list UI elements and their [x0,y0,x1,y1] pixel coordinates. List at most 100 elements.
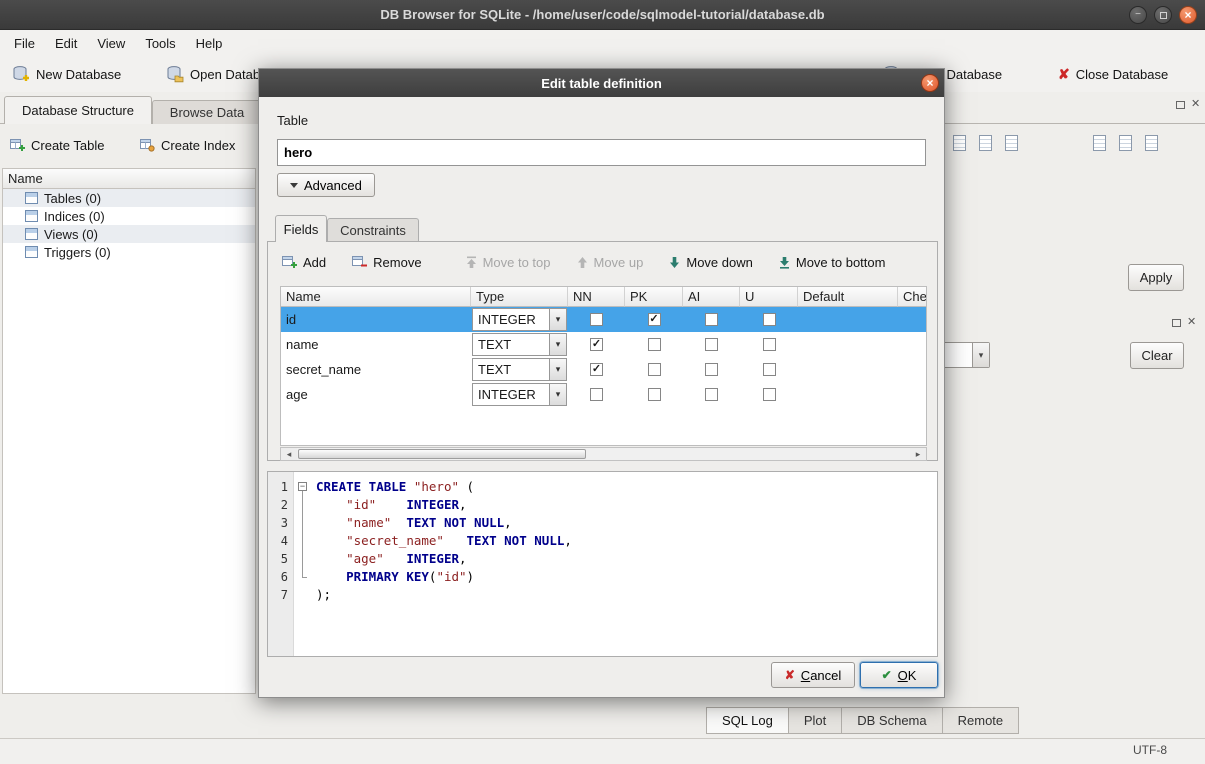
sql-preview-editor[interactable]: 1234567 − CREATE TABLE "hero" ( "id" INT… [267,471,938,657]
code-fold-icon[interactable]: − [298,482,307,491]
chevron-down-icon[interactable]: ▾ [549,309,566,330]
move-down-button[interactable]: Move down [669,255,752,270]
u-checkbox[interactable] [763,363,776,376]
nn-checkbox[interactable]: ✓ [590,363,603,376]
ai-checkbox[interactable] [705,313,718,326]
chevron-down-icon[interactable]: ▾ [972,343,989,367]
default-cell[interactable] [798,307,898,332]
float-dock-icon[interactable] [1176,101,1185,109]
add-field-button[interactable]: Add [282,255,326,270]
horizontal-scrollbar[interactable]: ◂ ▸ [280,447,927,461]
chevron-down-icon[interactable]: ▾ [549,334,566,355]
chevron-down-icon[interactable]: ▾ [549,384,566,405]
cell-editor-icon[interactable] [948,131,970,155]
bottom-tab-sql-log[interactable]: SQL Log [706,707,789,734]
apply-button[interactable]: Apply [1128,264,1184,291]
field-type-combobox[interactable]: TEXT▾ [472,333,567,356]
menu-edit[interactable]: Edit [45,30,87,56]
column-header-nn[interactable]: NN [568,287,625,307]
bottom-tab-remote[interactable]: Remote [943,707,1020,734]
cell-editor-icon[interactable] [1000,131,1022,155]
scroll-right-icon[interactable]: ▸ [910,448,926,460]
move-to-bottom-button[interactable]: Move to bottom [779,255,886,270]
default-cell[interactable] [798,357,898,382]
cell-editor-icon[interactable] [1114,131,1136,155]
field-row-name[interactable]: nameTEXT▾✓ [281,332,926,357]
nn-checkbox[interactable]: ✓ [590,338,603,351]
minimize-button[interactable]: − [1129,6,1147,24]
advanced-toggle-button[interactable]: Advanced [277,173,375,197]
menu-view[interactable]: View [87,30,135,56]
ok-button[interactable]: ✔ OK [860,662,938,688]
pk-checkbox[interactable] [648,338,661,351]
default-cell[interactable] [798,382,898,407]
tree-item-views[interactable]: Views (0) [3,225,255,243]
close-dock-icon[interactable]: ✕ [1187,317,1196,328]
cancel-button[interactable]: ✘ Cancel [771,662,855,688]
field-type-combobox[interactable]: INTEGER▾ [472,383,567,406]
close-database-button[interactable]: ✘ Close Database [1052,59,1174,89]
check-cell[interactable] [898,357,927,382]
field-name-cell[interactable]: age [281,382,471,407]
field-name-cell[interactable]: id [281,307,471,332]
u-checkbox[interactable] [763,338,776,351]
ai-checkbox[interactable] [705,338,718,351]
move-up-button[interactable]: Move up [577,255,644,270]
cell-editor-icon[interactable] [1088,131,1110,155]
remove-field-button[interactable]: Remove [352,255,421,270]
nn-checkbox[interactable] [590,388,603,401]
menu-file[interactable]: File [4,30,45,56]
field-row-age[interactable]: ageINTEGER▾ [281,382,926,407]
tab-constraints[interactable]: Constraints [327,218,419,242]
column-header-name[interactable]: Name [281,287,471,307]
scrollbar-thumb[interactable] [298,449,586,459]
bottom-tab-plot[interactable]: Plot [789,707,842,734]
column-header-ai[interactable]: AI [683,287,740,307]
close-button[interactable]: × [1179,6,1197,24]
check-cell[interactable] [898,332,927,357]
u-checkbox[interactable] [763,388,776,401]
field-type-combobox[interactable]: TEXT▾ [472,358,567,381]
check-cell[interactable] [898,382,927,407]
pk-checkbox[interactable] [648,363,661,376]
pk-checkbox[interactable] [648,388,661,401]
create-table-button[interactable]: Create Table [10,132,104,158]
column-header-pk[interactable]: PK [625,287,683,307]
close-dock-icon[interactable]: ✕ [1191,99,1200,110]
field-row-id[interactable]: idINTEGER▾ ✓ [281,307,926,332]
pk-checkbox[interactable]: ✓ [648,313,661,326]
tree-item-tables[interactable]: Tables (0) [3,189,255,207]
ai-checkbox[interactable] [705,363,718,376]
scroll-left-icon[interactable]: ◂ [281,448,297,460]
field-row-secret-name[interactable]: secret_nameTEXT▾ ✓ [281,357,926,382]
bottom-tab-db-schema[interactable]: DB Schema [842,707,942,734]
column-header-check[interactable]: Check [898,287,927,307]
clear-button[interactable]: Clear [1130,342,1184,369]
dialog-close-button[interactable]: × [921,74,939,92]
ai-checkbox[interactable] [705,388,718,401]
move-to-top-button[interactable]: Move to top [466,255,551,270]
create-index-button[interactable]: Create Index [140,132,235,158]
column-header-type[interactable]: Type [471,287,568,307]
u-checkbox[interactable] [763,313,776,326]
chevron-down-icon[interactable]: ▾ [549,359,566,380]
cell-editor-icon[interactable] [974,131,996,155]
tree-item-triggers[interactable]: Triggers (0) [3,243,255,261]
maximize-button[interactable] [1154,6,1172,24]
check-cell[interactable] [898,307,927,332]
column-header-default[interactable]: Default [798,287,898,307]
menu-tools[interactable]: Tools [135,30,185,56]
field-name-cell[interactable]: secret_name [281,357,471,382]
nn-checkbox[interactable] [590,313,603,326]
tree-column-header-name[interactable]: Name [3,169,255,189]
float-dock-icon[interactable] [1172,319,1181,327]
new-database-button[interactable]: New Database [6,59,127,89]
field-type-combobox[interactable]: INTEGER▾ [472,308,567,331]
menu-help[interactable]: Help [186,30,233,56]
cell-editor-icon[interactable] [1140,131,1162,155]
dialog-titlebar[interactable]: Edit table definition × [259,69,944,97]
table-name-input[interactable] [277,139,926,166]
tree-item-indices[interactable]: Indices (0) [3,207,255,225]
column-header-u[interactable]: U [740,287,798,307]
default-cell[interactable] [798,332,898,357]
